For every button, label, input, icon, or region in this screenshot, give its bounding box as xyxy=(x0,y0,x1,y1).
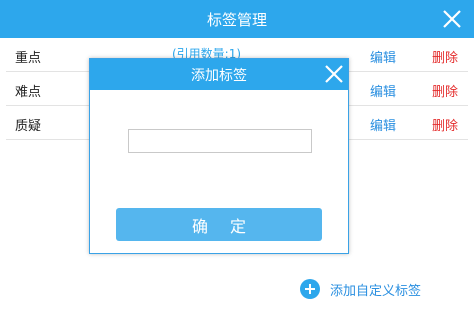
tag-name-input[interactable] xyxy=(128,129,312,153)
edit-tag-link[interactable]: 编辑 xyxy=(370,115,396,134)
add-tag-modal: 添加标签 确定 xyxy=(89,58,349,254)
edit-tag-link[interactable]: 编辑 xyxy=(370,47,396,66)
dialog-title: 标签管理 xyxy=(206,10,267,29)
plus-circle-icon xyxy=(300,279,320,299)
edit-tag-link[interactable]: 编辑 xyxy=(370,81,396,100)
dialog-header: 标签管理 xyxy=(0,0,474,38)
delete-tag-link[interactable]: 删除 xyxy=(432,115,458,134)
close-icon[interactable] xyxy=(324,64,344,84)
delete-tag-link[interactable]: 删除 xyxy=(432,47,458,66)
modal-header: 添加标签 xyxy=(90,59,348,90)
delete-tag-link[interactable]: 删除 xyxy=(432,81,458,100)
add-custom-tag-label: 添加自定义标签 xyxy=(330,283,422,299)
tag-name: 重点 xyxy=(15,51,42,66)
modal-title: 添加标签 xyxy=(191,67,247,84)
tag-name: 难点 xyxy=(15,85,42,100)
confirm-button[interactable]: 确定 xyxy=(116,208,322,241)
tag-name: 质疑 xyxy=(15,119,42,134)
close-icon[interactable] xyxy=(442,9,462,29)
add-custom-tag-button[interactable]: 添加自定义标签 xyxy=(300,278,421,300)
